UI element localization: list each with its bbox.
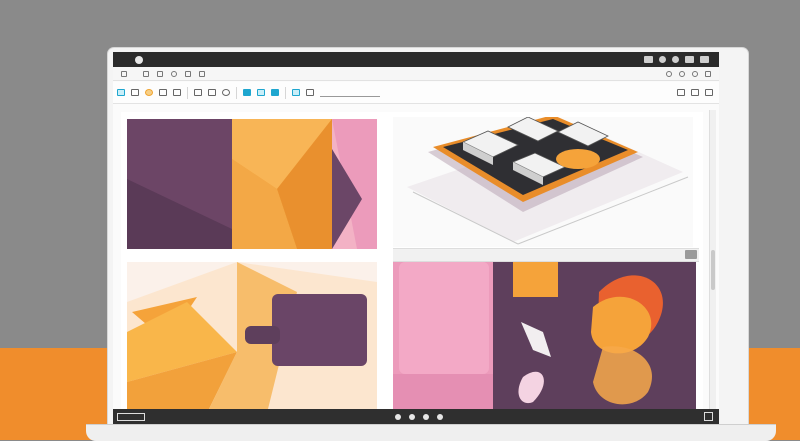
orange-shapes-art bbox=[127, 262, 377, 413]
share-icon[interactable] bbox=[705, 70, 711, 77]
move-tool-icon[interactable] bbox=[243, 89, 251, 96]
stop-icon[interactable] bbox=[423, 413, 429, 420]
image-panel-abstract[interactable] bbox=[127, 119, 377, 249]
menu-bar bbox=[113, 67, 719, 81]
user-icon[interactable] bbox=[685, 56, 694, 63]
layer-icon[interactable] bbox=[185, 70, 191, 77]
eyedropper-tool-icon[interactable] bbox=[292, 89, 300, 96]
gear-icon[interactable] bbox=[679, 70, 685, 77]
window-icon[interactable] bbox=[644, 56, 653, 63]
play-icon[interactable] bbox=[395, 413, 401, 420]
title-bar bbox=[113, 52, 719, 67]
canvas-area[interactable] bbox=[121, 112, 703, 413]
tool-bar bbox=[113, 82, 719, 104]
text-tool-icon[interactable] bbox=[194, 89, 202, 96]
grid-toggle-icon[interactable] bbox=[691, 89, 699, 96]
brush-tool-icon[interactable] bbox=[159, 89, 167, 96]
status-bar bbox=[113, 409, 719, 424]
isometric-blocks-art bbox=[393, 117, 693, 247]
shape-tool-icon[interactable] bbox=[208, 89, 216, 96]
laptop-base bbox=[86, 424, 776, 441]
image-panel-shapes[interactable] bbox=[127, 262, 377, 413]
toolbar-divider bbox=[187, 86, 188, 99]
minimize-icon[interactable] bbox=[659, 56, 666, 63]
fill-tool-icon[interactable] bbox=[173, 89, 181, 96]
panel-toggle-icon[interactable] bbox=[677, 89, 685, 96]
toolbar-divider bbox=[236, 86, 237, 99]
resize-handle-icon[interactable] bbox=[704, 412, 713, 421]
image-panel-pink-purple[interactable] bbox=[393, 262, 696, 413]
gradient-tool-icon[interactable] bbox=[306, 89, 314, 96]
panel-header-strip bbox=[393, 248, 699, 262]
settings-icon[interactable] bbox=[672, 56, 679, 63]
edit-icon[interactable] bbox=[143, 70, 149, 77]
image-panel-isometric[interactable] bbox=[393, 117, 693, 247]
file-icon[interactable] bbox=[121, 70, 127, 77]
hand-tool-icon[interactable] bbox=[271, 89, 279, 96]
status-indicator[interactable] bbox=[117, 412, 145, 421]
eye-icon[interactable] bbox=[666, 70, 672, 77]
select-tool-icon[interactable] bbox=[117, 89, 125, 96]
vertical-scrollbar[interactable] bbox=[709, 110, 716, 413]
crop-tool-icon[interactable] bbox=[131, 89, 139, 96]
close-icon[interactable] bbox=[700, 56, 709, 63]
image-icon[interactable] bbox=[171, 70, 177, 77]
lasso-tool-icon[interactable] bbox=[145, 89, 153, 96]
view-icon[interactable] bbox=[157, 70, 163, 77]
toolbar-divider bbox=[285, 86, 286, 99]
fullscreen-icon[interactable] bbox=[705, 89, 713, 96]
filter-icon[interactable] bbox=[199, 70, 205, 77]
record-icon[interactable] bbox=[409, 413, 415, 420]
zoom-tool-icon[interactable] bbox=[257, 89, 265, 96]
layer-tool-icon[interactable] bbox=[222, 89, 230, 96]
refresh-icon[interactable] bbox=[692, 70, 698, 77]
scrollbar-thumb[interactable] bbox=[711, 250, 715, 290]
expand-icon[interactable] bbox=[685, 250, 697, 259]
pink-purple-abstract-art bbox=[393, 262, 696, 413]
mode-dropdown[interactable] bbox=[320, 89, 380, 97]
abstract-purple-orange-art bbox=[127, 119, 377, 249]
app-window bbox=[113, 52, 719, 424]
loop-icon[interactable] bbox=[437, 413, 443, 420]
app-logo-icon[interactable] bbox=[135, 55, 143, 64]
